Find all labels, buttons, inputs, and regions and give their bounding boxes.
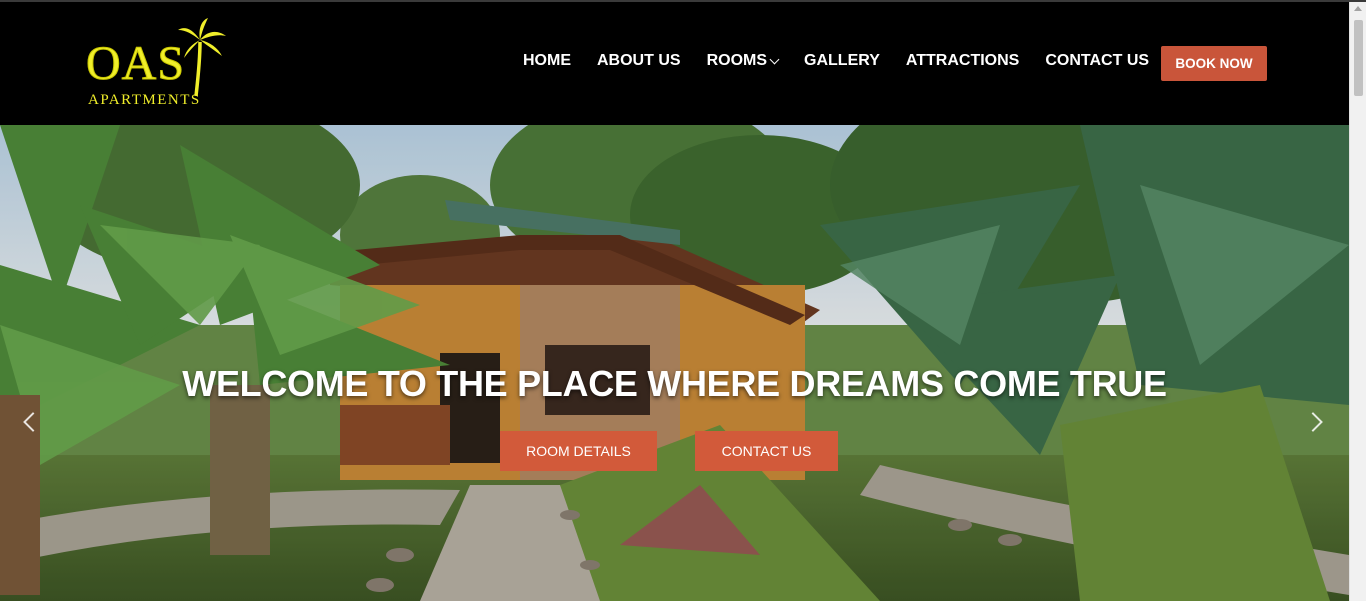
page-scrollbar[interactable] <box>1349 2 1366 601</box>
hero-slider: WELCOME TO THE PLACE WHERE DREAMS COME T… <box>0 125 1349 601</box>
nav-contact-us[interactable]: CONTACT US <box>1045 52 1149 70</box>
nav-attractions[interactable]: ATTRACTIONS <box>906 52 1019 70</box>
logo-subtitle: APARTMENTS <box>88 92 201 108</box>
nav-home-label: HOME <box>523 52 571 69</box>
site-header: OAS APARTMENTS HOME ABOUT US ROOMS GALLE… <box>0 2 1349 125</box>
nav-home[interactable]: HOME <box>523 52 571 70</box>
room-details-button[interactable]: ROOM DETAILS <box>500 431 657 471</box>
book-now-button[interactable]: BOOK NOW <box>1161 46 1267 81</box>
nav-rooms-label: ROOMS <box>706 52 768 69</box>
scroll-up-icon[interactable] <box>1354 6 1362 11</box>
logo-word: OAS <box>85 37 186 91</box>
nav-gallery[interactable]: GALLERY <box>804 52 880 70</box>
nav-about-us[interactable]: ABOUT US <box>597 52 681 70</box>
nav-gallery-label: GALLERY <box>804 52 880 69</box>
nav-rooms[interactable]: ROOMS <box>706 52 780 70</box>
hero-contact-us-button[interactable]: CONTACT US <box>695 431 838 471</box>
palm-tree-icon <box>178 18 226 97</box>
nav-contact-us-label: CONTACT US <box>1045 52 1150 69</box>
nav-about-us-label: ABOUT US <box>597 52 681 69</box>
nav-attractions-label: ATTRACTIONS <box>905 52 1020 69</box>
main-nav: HOME ABOUT US ROOMS GALLERY ATTRACTIONS … <box>523 52 1175 70</box>
site-logo[interactable]: OAS APARTMENTS <box>85 16 236 111</box>
hero-title: WELCOME TO THE PLACE WHERE DREAMS COME T… <box>182 363 1167 404</box>
scrollbar-thumb[interactable] <box>1354 20 1363 96</box>
chevron-down-icon <box>769 54 780 64</box>
